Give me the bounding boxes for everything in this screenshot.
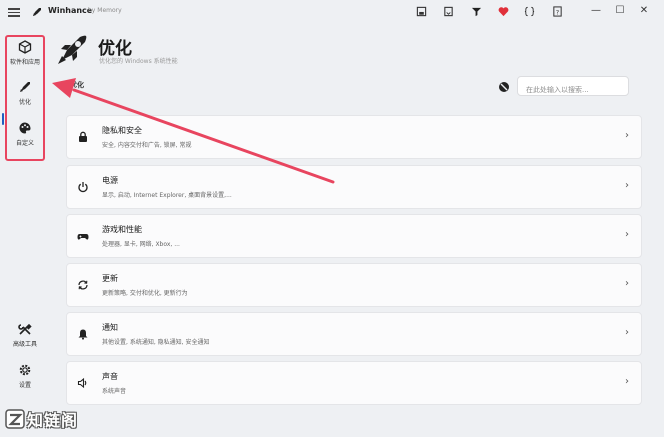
card-description: 系统声音 bbox=[102, 388, 127, 395]
sidebar-item-apps[interactable]: 软件和应用 bbox=[4, 40, 46, 66]
gear-icon bbox=[19, 364, 31, 376]
watermark-text: 知链阁 bbox=[27, 411, 79, 430]
heart-icon[interactable] bbox=[497, 5, 509, 17]
bell-icon bbox=[78, 329, 88, 340]
lock-icon bbox=[79, 131, 87, 142]
chevron-right-icon: › bbox=[625, 229, 629, 240]
sidebar-item-label: 优化 bbox=[18, 99, 31, 106]
category-card-notifications[interactable]: 通知 其他设置, 系统通知, 隐私通知, 安全通知 › bbox=[66, 312, 642, 356]
chevron-right-icon: › bbox=[625, 180, 629, 191]
rocket-hero-icon bbox=[58, 35, 87, 64]
card-description: 安全, 内容交付和广告, 锁屏, 常规 bbox=[102, 142, 192, 149]
app-title: Winhance bbox=[48, 6, 93, 15]
card-title: 游戏和性能 bbox=[102, 225, 142, 234]
page-subtitle: 优化您的 Windows 系统性能 bbox=[99, 58, 178, 65]
refresh-icon bbox=[78, 280, 88, 290]
bracket-icon[interactable] bbox=[523, 5, 535, 17]
rocket-icon bbox=[20, 82, 30, 92]
card-description: 其他设置, 系统通知, 隐私通知, 安全通知 bbox=[102, 339, 210, 346]
svg-text:?: ? bbox=[555, 8, 558, 16]
power-icon bbox=[78, 182, 88, 193]
minimize-button[interactable]: — bbox=[588, 4, 604, 18]
chevron-right-icon: › bbox=[625, 278, 629, 289]
palette-icon bbox=[19, 122, 31, 134]
section-label: 优化 bbox=[70, 81, 84, 89]
gamepad-icon bbox=[77, 234, 89, 240]
sidebar: 软件和应用 优化 自定义 高级工具 设置 bbox=[0, 26, 50, 437]
sidebar-item-label: 自定义 bbox=[15, 140, 34, 147]
speaker-icon bbox=[77, 377, 87, 389]
category-card-gaming[interactable]: 游戏和性能 处理器, 显卡, 网络, Xbox, ... › bbox=[66, 214, 642, 258]
sidebar-item-label: 高级工具 bbox=[12, 341, 37, 348]
card-title: 隐私和安全 bbox=[102, 126, 142, 135]
card-description: 显示, 启动, Internet Explorer, 桌面背景设置,... bbox=[102, 192, 232, 199]
import-icon[interactable] bbox=[442, 5, 454, 17]
tools-icon bbox=[18, 323, 32, 335]
chevron-right-icon: › bbox=[625, 130, 629, 141]
sidebar-item-label: 软件和应用 bbox=[9, 59, 40, 66]
category-card-update[interactable]: 更新 更新策略, 交付和优化, 更新行为 › bbox=[66, 263, 642, 307]
app-logo-icon bbox=[33, 8, 41, 16]
search-box[interactable] bbox=[517, 76, 629, 99]
chevron-right-icon: › bbox=[625, 327, 629, 338]
title-bar: Winhance by Memory ? — ☐ ✕ bbox=[0, 0, 664, 26]
category-card-privacy[interactable]: 隐私和安全 安全, 内容交付和广告, 锁屏, 常规 › bbox=[66, 115, 642, 159]
package-icon bbox=[18, 40, 32, 54]
category-card-sound[interactable]: 声音 系统声音 › bbox=[66, 361, 642, 405]
close-button[interactable]: ✕ bbox=[636, 4, 652, 18]
card-title: 更新 bbox=[102, 274, 118, 283]
sidebar-item-customize[interactable]: 自定义 bbox=[4, 121, 46, 147]
watermark: 知链阁 bbox=[4, 407, 78, 431]
card-title: 电源 bbox=[102, 176, 118, 185]
app-subtitle: by Memory bbox=[88, 7, 122, 14]
maximize-button[interactable]: ☐ bbox=[612, 4, 628, 18]
card-title: 通知 bbox=[102, 323, 118, 332]
hamburger-menu-icon[interactable] bbox=[8, 6, 20, 18]
card-description: 更新策略, 交付和优化, 更新行为 bbox=[102, 290, 188, 297]
sidebar-item-advanced-tools[interactable]: 高级工具 bbox=[4, 322, 46, 348]
sidebar-item-settings[interactable]: 设置 bbox=[4, 363, 46, 389]
sidebar-item-optimize[interactable]: 优化 bbox=[4, 80, 46, 106]
category-card-power[interactable]: 电源 显示, 启动, Internet Explorer, 桌面背景设置,...… bbox=[66, 165, 642, 209]
card-description: 处理器, 显卡, 网络, Xbox, ... bbox=[102, 241, 180, 248]
filter-icon[interactable] bbox=[498, 81, 510, 93]
watermark-logo-icon bbox=[5, 409, 25, 429]
card-title: 声音 bbox=[102, 372, 118, 381]
search-input[interactable] bbox=[518, 81, 628, 99]
chevron-right-icon: › bbox=[625, 376, 629, 387]
save-icon[interactable] bbox=[415, 5, 427, 17]
filter-toolbar-icon[interactable] bbox=[470, 5, 482, 17]
sidebar-item-label: 设置 bbox=[18, 382, 31, 389]
help-icon[interactable]: ? bbox=[551, 5, 563, 17]
